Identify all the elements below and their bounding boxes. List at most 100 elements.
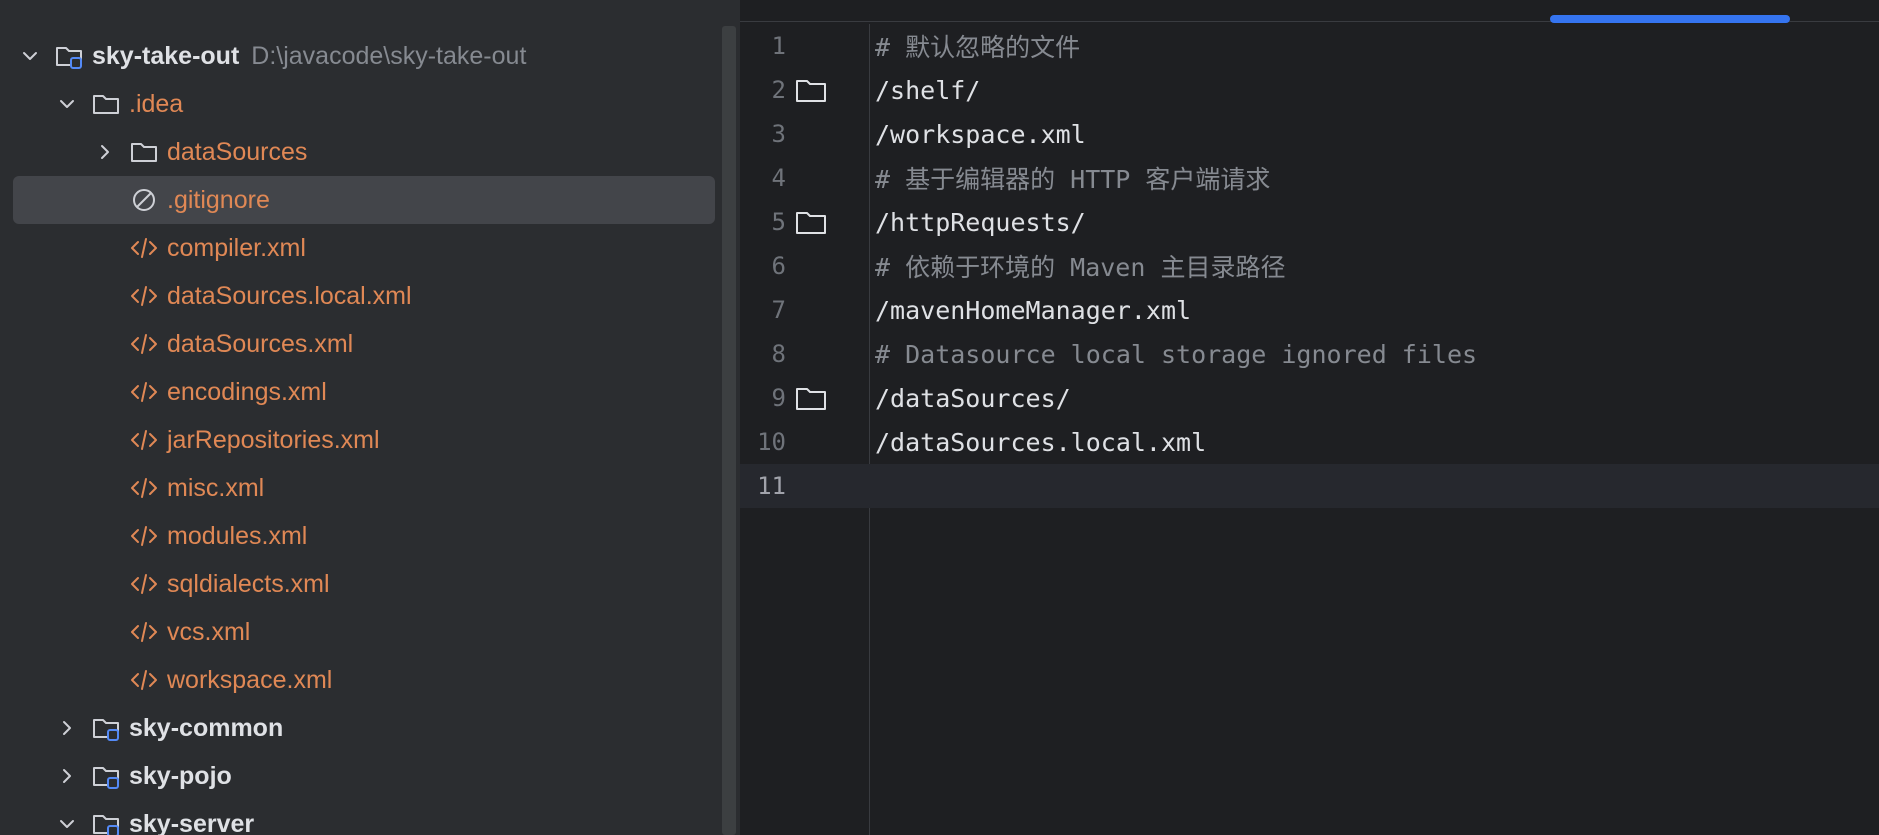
tree-chevron-placeholder: [93, 380, 117, 404]
line-number: 4: [771, 164, 786, 192]
tree-item-label: sky-common: [129, 713, 284, 742]
code-comment: # Datasource local storage ignored files: [875, 339, 1478, 369]
tree-item[interactable]: dataSources.xml: [0, 320, 722, 368]
tree-chevron-placeholder: [93, 524, 117, 548]
tree-item-label: dataSources.xml: [167, 329, 354, 358]
line-number: 11: [757, 472, 786, 500]
chevron-right-icon[interactable]: [93, 140, 117, 164]
tree-item-label: encodings.xml: [167, 377, 327, 406]
xml-file-icon: [129, 473, 159, 503]
tree-item-label: vcs.xml: [167, 617, 251, 646]
current-code-line[interactable]: 11: [740, 464, 1879, 508]
tree-item-label: dataSources.local.xml: [167, 281, 412, 310]
tree-item[interactable]: encodings.xml: [0, 368, 722, 416]
tree-item[interactable]: .gitignore: [0, 176, 722, 224]
code-text: /shelf/: [875, 75, 981, 105]
editor-horizontal-scrollbar[interactable]: [1550, 15, 1790, 23]
line-number: 3: [771, 120, 786, 148]
tree-item-label: dataSources: [167, 137, 308, 166]
chevron-down-icon[interactable]: [55, 92, 79, 116]
folder-icon: [129, 137, 159, 167]
tree-item-label: .idea: [129, 89, 184, 118]
tree-item[interactable]: modules.xml: [0, 512, 722, 560]
tree-item[interactable]: .idea: [0, 80, 722, 128]
code-line[interactable]: 7/mavenHomeManager.xml: [740, 288, 1879, 332]
tree-item[interactable]: sky-common: [0, 704, 722, 752]
code-text: /httpRequests/: [875, 207, 1086, 237]
code-editor[interactable]: 1 # 默认忽略的文件 2/shelf/3/workspace.xml 4 # 基于编辑…: [740, 0, 1879, 835]
xml-file-icon: [129, 425, 159, 455]
code-line[interactable]: 10/dataSources.local.xml: [740, 420, 1879, 464]
tree-item[interactable]: misc.xml: [0, 464, 722, 512]
xml-file-icon: [129, 233, 159, 263]
project-root-path: D:\javacode\sky-take-out: [251, 41, 527, 70]
line-number: 9: [771, 384, 786, 412]
tree-chevron-placeholder: [93, 620, 117, 644]
module-folder-icon: [91, 713, 121, 743]
code-line[interactable]: 4 # 基于编辑器的 HTTP 客户端请求: [740, 156, 1879, 200]
xml-file-icon: [129, 377, 159, 407]
xml-file-icon: [129, 617, 159, 647]
code-comment: # 依赖于环境的 Maven 主目录路径: [875, 253, 1286, 282]
tree-item[interactable]: jarRepositories.xml: [0, 416, 722, 464]
project-tree-scrollbar[interactable]: [722, 26, 736, 835]
code-comment: # 默认忽略的文件: [875, 33, 1081, 62]
code-line[interactable]: 8 # Datasource local storage ignored file…: [740, 332, 1879, 376]
line-number: 8: [771, 340, 786, 368]
tree-item[interactable]: sky-server: [0, 800, 722, 835]
tree-item[interactable]: compiler.xml: [0, 224, 722, 272]
code-line[interactable]: 1 # 默认忽略的文件: [740, 24, 1879, 68]
tree-chevron-placeholder: [93, 284, 117, 308]
module-folder-icon: [91, 809, 121, 835]
chevron-down-icon[interactable]: [18, 44, 42, 68]
project-tool-window: sky-take-out D:\javacode\sky-take-out .ide…: [0, 0, 722, 835]
tree-item[interactable]: dataSources.local.xml: [0, 272, 722, 320]
folder-icon: [91, 89, 121, 119]
line-number: 7: [771, 296, 786, 324]
line-number: 5: [771, 208, 786, 236]
tree-item[interactable]: sky-take-out D:\javacode\sky-take-out: [0, 32, 722, 80]
xml-file-icon: [129, 281, 159, 311]
tree-item[interactable]: workspace.xml: [0, 656, 722, 704]
xml-file-icon: [129, 329, 159, 359]
tree-chevron-placeholder: [93, 668, 117, 692]
tree-item[interactable]: sqldialects.xml: [0, 560, 722, 608]
line-number: 6: [771, 252, 786, 280]
xml-file-icon: [129, 665, 159, 695]
code-comment: # 基于编辑器的 HTTP 客户端请求: [875, 165, 1271, 194]
module-folder-icon: [54, 41, 84, 71]
gutter-folder-icon[interactable]: [795, 77, 827, 103]
tree-chevron-placeholder: [93, 236, 117, 260]
code-text: /workspace.xml: [875, 119, 1086, 149]
tree-item-label: sky-pojo: [129, 761, 232, 790]
gutter-folder-icon[interactable]: [795, 385, 827, 411]
code-text: /dataSources/: [875, 383, 1071, 413]
code-line[interactable]: 3/workspace.xml: [740, 112, 1879, 156]
tree-chevron-placeholder: [93, 188, 117, 212]
ignore-file-icon: [129, 185, 159, 215]
gutter-folder-icon[interactable]: [795, 209, 827, 235]
chevron-right-icon[interactable]: [55, 764, 79, 788]
tree-item-label: modules.xml: [167, 521, 308, 550]
tree-item-label: sqldialects.xml: [167, 569, 330, 598]
code-text: /dataSources.local.xml: [875, 427, 1207, 457]
line-number: 1: [771, 32, 786, 60]
chevron-down-icon[interactable]: [55, 812, 79, 835]
chevron-right-icon[interactable]: [55, 716, 79, 740]
code-line[interactable]: 6 # 依赖于环境的 Maven 主目录路径: [740, 244, 1879, 288]
tree-item-label: compiler.xml: [167, 233, 306, 262]
line-number: 2: [771, 76, 786, 104]
code-line[interactable]: 2/shelf/: [740, 68, 1879, 112]
tree-chevron-placeholder: [93, 428, 117, 452]
xml-file-icon: [129, 521, 159, 551]
tree-item[interactable]: vcs.xml: [0, 608, 722, 656]
code-line[interactable]: 9/dataSources/: [740, 376, 1879, 420]
tree-item-label: workspace.xml: [167, 665, 333, 694]
module-folder-icon: [91, 761, 121, 791]
code-line[interactable]: 5/httpRequests/: [740, 200, 1879, 244]
tree-item-label: .gitignore: [167, 185, 270, 214]
tree-chevron-placeholder: [93, 332, 117, 356]
tree-item[interactable]: sky-pojo: [0, 752, 722, 800]
tree-item[interactable]: dataSources: [0, 128, 722, 176]
tree-item-label: jarRepositories.xml: [167, 425, 380, 454]
